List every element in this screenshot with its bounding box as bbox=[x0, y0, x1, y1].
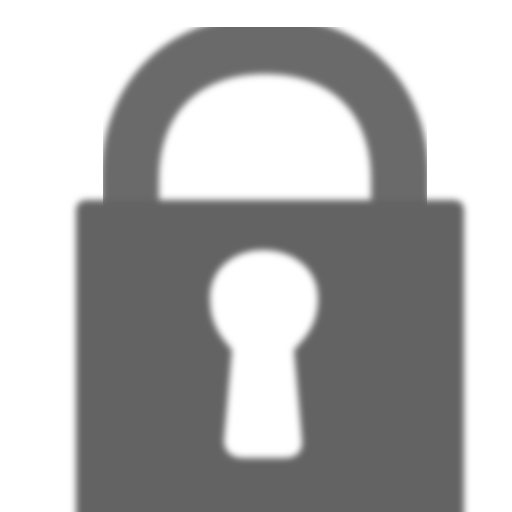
icon-canvas bbox=[0, 0, 512, 512]
lock-icon bbox=[76, 15, 464, 512]
lock-shackle bbox=[101, 15, 429, 225]
